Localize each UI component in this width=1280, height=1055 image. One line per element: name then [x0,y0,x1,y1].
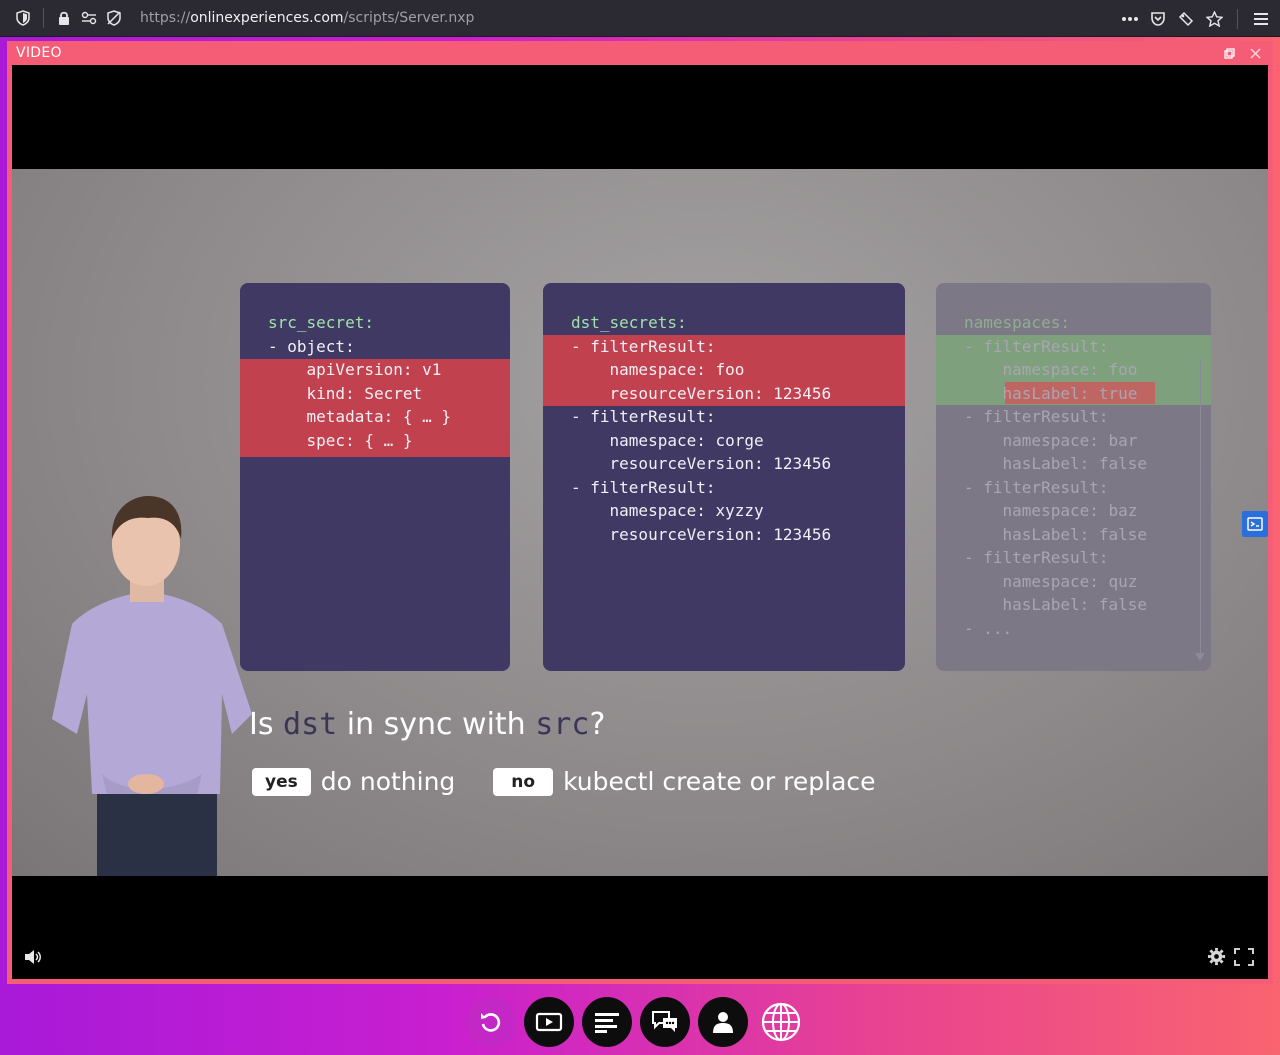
code-line: namespaces: [964,313,1070,332]
code-line: src_secret: [268,313,374,332]
code-line: - filterResult: [571,477,716,497]
code-line: namespace: baz [964,501,1138,520]
code-line: hasLabel: false [964,454,1148,473]
fullscreen-icon[interactable] [1234,948,1254,970]
person-icon [713,1012,733,1033]
question-keyword-dst: dst [283,707,338,742]
code-line: spec: { … } [268,430,413,450]
bottom-dock [466,997,806,1047]
settings-gear-icon[interactable] [1207,947,1226,971]
code-line: - filterResult: [964,548,1109,567]
code-line: kind: Secret [268,383,423,403]
urlbar-right-icons [1121,0,1270,37]
no-pill: no [493,767,554,796]
question-keyword-src: src [535,707,590,742]
video-window: VIDEO src_secret: - object: apiVersion: … [7,41,1273,984]
profile-button[interactable] [698,997,748,1047]
url-scheme: https:// [140,10,191,26]
code-line: resourceVersion: 123456 [571,383,832,403]
code-panel-dst-secrets: dst_secrets: - filterResult: namespace: … [543,283,905,671]
agenda-list-icon [595,1013,619,1033]
code-line: namespace: bar [964,430,1138,450]
shield-icon[interactable] [14,9,32,27]
replay-button[interactable] [466,997,516,1047]
video-button[interactable] [524,997,574,1047]
code-line: - object: [268,336,355,356]
url-path: /scripts/Server.nxp [343,10,475,26]
arrow-down-icon [1195,653,1205,661]
close-icon[interactable] [1246,44,1264,62]
code-panel-namespaces: namespaces: - filterResult: namespace: f… [936,283,1211,671]
yes-pill: yes [252,767,311,796]
code-panel-src-secret: src_secret: - object: apiVersion: v1 kin… [240,283,510,671]
volume-icon[interactable] [24,949,42,969]
screenshot-icon[interactable] [1177,10,1195,28]
code-line: - filterResult: [964,407,1109,426]
url-field[interactable]: https://onlinexperiences.com/scripts/Ser… [140,10,474,26]
video-player-icon [535,1012,563,1032]
bookmark-star-icon[interactable] [1205,10,1223,28]
code-line: namespace: quz [964,571,1138,591]
lock-icon[interactable] [55,9,73,27]
code-line: resourceVersion: 123456 [571,524,832,544]
question-prefix: Is [249,707,284,742]
replay-icon [481,1013,501,1032]
code-line: - filterResult: [571,336,716,356]
more-actions-icon[interactable] [1121,10,1139,28]
hamburger-menu-icon[interactable] [1252,10,1270,28]
pocket-icon[interactable] [1149,10,1167,28]
presenter-figure [52,496,252,876]
slide-question: Is dst in sync with src? [249,707,605,742]
code-line: metadata: { … } [268,407,452,426]
code-line: hasLabel: false [964,524,1148,544]
code-line: namespace: corge [571,430,764,450]
chat-button[interactable] [640,997,690,1047]
video-frame: src_secret: - object: apiVersion: v1 kin… [12,169,1268,876]
agenda-button[interactable] [582,997,632,1047]
chat-icon [652,1011,677,1032]
video-player[interactable]: src_secret: - object: apiVersion: v1 kin… [12,65,1268,979]
question-suffix: ? [589,707,606,742]
code-line: namespace: foo [964,360,1138,379]
side-panel-toggle-button[interactable] [1242,511,1268,537]
code-line: - filterResult: [964,477,1109,497]
code-line: hasLabel: false [964,595,1148,614]
code-line: namespace: foo [571,360,745,379]
globe-icon [761,1002,801,1042]
divider [1237,8,1238,29]
slide-answers: yes do nothing no kubectl create or repl… [252,767,876,796]
yes-answer-text: do nothing [320,767,456,796]
code-line: dst_secrets: [571,313,687,332]
browser-toolbar: https://onlinexperiences.com/scripts/Ser… [0,0,1280,37]
code-line: resourceVersion: 123456 [571,454,832,473]
video-titlebar: VIDEO [12,41,1268,65]
no-answer-text: kubectl create or replace [563,767,876,796]
url-host: onlinexperiences.com [190,10,344,26]
code-line: - ... [964,618,1013,638]
window-buttons [1220,44,1264,62]
code-line: hasLabel: true [964,383,1138,403]
code-line: namespace: xyzzy [571,501,764,520]
code-line: - filterResult: [571,407,716,426]
language-button[interactable] [756,997,806,1047]
captions-icon [1247,517,1263,531]
player-controls [12,939,1268,979]
urlbar-left-icons: https://onlinexperiences.com/scripts/Ser… [0,8,474,28]
scroll-indicator [1200,359,1201,659]
question-middle: in sync with [337,707,536,742]
popout-icon[interactable] [1220,44,1238,62]
tracking-protection-icon[interactable] [105,9,123,27]
divider [43,8,44,28]
code-line: apiVersion: v1 [268,360,442,379]
code-line: - filterResult: [964,336,1109,356]
permissions-icon[interactable] [80,9,98,27]
video-title: VIDEO [16,45,62,61]
